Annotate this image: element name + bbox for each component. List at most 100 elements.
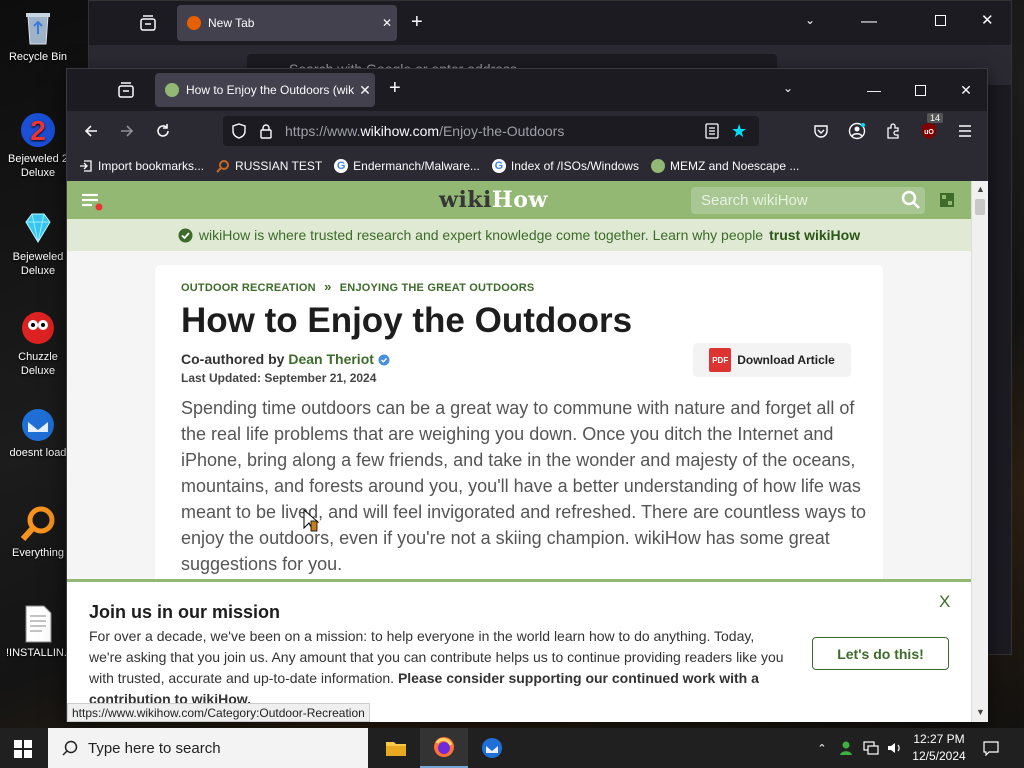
bookmark-import[interactable]: Import bookmarks...: [79, 159, 204, 173]
checkmark-icon: [178, 228, 193, 243]
scrollbar-thumb[interactable]: [975, 199, 985, 215]
nav-toolbar: https://www.wikihow.com/Enjoy-the-Outdoo…: [67, 111, 987, 151]
google-icon: G: [491, 159, 506, 173]
file-explorer-icon[interactable]: [372, 728, 420, 768]
minimize-icon[interactable]: —: [861, 13, 877, 31]
network-icon[interactable]: [860, 728, 882, 768]
windows-start-icon[interactable]: [14, 740, 32, 758]
new-tab-icon[interactable]: +: [411, 11, 423, 34]
banner-body: For over a decade, we've been on a missi…: [89, 628, 784, 707]
recycle-bin-icon: [18, 8, 58, 48]
tab-title: New Tab: [208, 16, 255, 30]
pdf-icon: PDF: [709, 348, 732, 372]
download-article-button[interactable]: PDF Download Article: [693, 343, 851, 377]
chevron-up-icon[interactable]: ⌃: [812, 728, 832, 768]
close-tab-icon[interactable]: ✕: [355, 82, 375, 99]
banner-close-button[interactable]: X: [939, 592, 950, 612]
scroll-down-icon[interactable]: ▼: [976, 707, 985, 717]
bookmark-russian-test[interactable]: RUSSIAN TEST: [216, 159, 322, 173]
desktop-icon-recycle-bin[interactable]: Recycle Bin: [6, 8, 70, 64]
extensions-icon[interactable]: [881, 119, 905, 143]
user-tray-icon[interactable]: [836, 728, 856, 768]
bookmarks-toolbar: Import bookmarks... RUSSIAN TEST G Ender…: [67, 151, 987, 181]
reader-view-icon[interactable]: [705, 123, 719, 139]
thunderbird-taskbar-icon[interactable]: [468, 728, 516, 768]
svg-text:2: 2: [30, 115, 46, 146]
shield-icon[interactable]: [231, 123, 251, 139]
bookmark-label: Endermanch/Malware...: [353, 159, 480, 173]
notification-icon[interactable]: [978, 728, 1004, 768]
bookmark-endermanch[interactable]: G Endermanch/Malware...: [334, 159, 480, 173]
back-arrow-icon[interactable]: [79, 119, 103, 143]
magnifier-icon: [18, 504, 58, 544]
chevron-down-icon[interactable]: ⌄: [783, 81, 793, 95]
desktop-icon-thunderbird[interactable]: doesnt load: [6, 404, 70, 460]
page-scrollbar[interactable]: ▲ ▼: [971, 181, 988, 722]
desktop-icon-label: Everything: [12, 547, 64, 559]
taskbar: Type here to search ⌃ 12:27 PM 12/5/2024: [0, 728, 1024, 768]
banner-title: Join us in our mission: [89, 602, 281, 622]
desktop-icon-bejeweled[interactable]: Bejeweled Deluxe: [6, 208, 70, 278]
close-window-icon[interactable]: ✕: [943, 69, 989, 111]
close-window-icon[interactable]: ✕: [981, 11, 994, 29]
verified-icon: [378, 354, 390, 366]
breadcrumb-link-great-outdoors[interactable]: ENJOYING THE GREAT OUTDOORS: [340, 282, 535, 294]
svg-text:uO: uO: [924, 129, 934, 136]
account-icon[interactable]: [845, 119, 869, 143]
busy-cursor-icon: [303, 509, 319, 533]
taskbar-search-input[interactable]: Type here to search: [48, 728, 368, 768]
lets-do-this-button[interactable]: Let's do this!: [812, 637, 949, 670]
desktop-icon-installing[interactable]: !INSTALLIN...: [6, 604, 74, 660]
page-title: How to Enjoy the Outdoors: [181, 301, 633, 340]
menu-icon[interactable]: [81, 193, 103, 211]
article-intro: Spending time outdoors can be a great wa…: [181, 398, 867, 574]
browser-window: How to Enjoy the Outdoors (wik ✕ + ⌄ — ✕…: [66, 68, 988, 722]
search-input[interactable]: Search wikiHow: [691, 187, 925, 214]
chevron-down-icon[interactable]: ⌄: [805, 13, 815, 27]
search-icon: [216, 159, 230, 173]
desktop-icon-bejeweled-2[interactable]: 2 Bejeweled 2 Deluxe: [6, 110, 70, 180]
lock-icon[interactable]: [259, 123, 277, 139]
maximize-icon[interactable]: [935, 15, 946, 26]
bookmark-isos[interactable]: G Index of /ISOs/Windows: [491, 159, 639, 173]
thunderbird-icon: [18, 404, 58, 444]
system-clock[interactable]: 12:27 PM 12/5/2024: [908, 731, 970, 765]
url-bar[interactable]: https://www.wikihow.com/Enjoy-the-Outdoo…: [223, 116, 759, 146]
reload-icon[interactable]: [151, 119, 175, 143]
pocket-icon[interactable]: [809, 119, 833, 143]
qr-icon[interactable]: [939, 192, 955, 208]
minimize-icon[interactable]: —: [851, 69, 897, 111]
scroll-up-icon[interactable]: ▲: [976, 184, 985, 194]
ublock-origin-icon[interactable]: uO 14: [917, 113, 944, 143]
wikihow-logo[interactable]: wikiHow: [439, 187, 548, 213]
tab-list-icon[interactable]: [117, 81, 135, 99]
firefox-taskbar-icon[interactable]: [420, 728, 468, 768]
search-icon[interactable]: [901, 190, 921, 210]
author-link[interactable]: Dean Theriot: [288, 351, 374, 367]
bookmark-memz[interactable]: MEMZ and Noescape ...: [650, 159, 799, 173]
bookmark-label: Index of /ISOs/Windows: [510, 159, 639, 173]
desktop-icon-chuzzle[interactable]: Chuzzle Deluxe: [6, 308, 70, 378]
breadcrumb-link-outdoor-recreation[interactable]: OUTDOOR RECREATION: [181, 282, 316, 294]
forward-arrow-icon[interactable]: [115, 119, 139, 143]
bookmark-label: RUSSIAN TEST: [235, 159, 323, 173]
volume-icon[interactable]: [884, 728, 906, 768]
close-tab-icon[interactable]: ✕: [377, 16, 397, 30]
wikihow-favicon-icon: [165, 83, 179, 97]
trust-link[interactable]: trust wikiHow: [769, 227, 860, 243]
hamburger-menu-icon[interactable]: [953, 119, 977, 143]
new-tab-icon[interactable]: +: [389, 77, 401, 100]
bookmark-star-icon[interactable]: ★: [731, 121, 747, 142]
link-status-url: https://www.wikihow.com/Category:Outdoor…: [67, 703, 370, 722]
tab-list-icon[interactable]: [139, 14, 157, 32]
wikihow-favicon-icon: [650, 159, 665, 173]
google-icon: G: [334, 159, 349, 173]
tab-title: How to Enjoy the Outdoors (wik: [186, 83, 355, 97]
text-file-icon: [18, 604, 58, 644]
maximize-icon[interactable]: [897, 69, 943, 111]
chuzzle-icon: [18, 308, 58, 348]
tab-active[interactable]: How to Enjoy the Outdoors (wik ✕: [155, 73, 375, 107]
desktop-icon-everything[interactable]: Everything: [6, 504, 70, 560]
desktop-icon-label: !INSTALLIN...: [6, 647, 74, 659]
tab-new-tab[interactable]: New Tab ✕: [177, 5, 397, 41]
